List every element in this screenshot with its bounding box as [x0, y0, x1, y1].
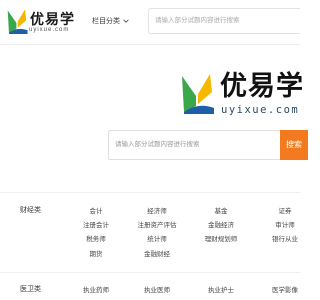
category-link[interactable]: 执业药师 [83, 284, 109, 294]
logo-subtitle: uyixue.com [29, 27, 70, 33]
logo-mark-icon [7, 9, 28, 34]
logo-mark-icon [182, 74, 214, 114]
logo-title: 优易学 [30, 11, 75, 27]
hero-subtitle: uyixue.com [221, 104, 300, 116]
category-label-medical: 医卫类 [20, 286, 41, 293]
main-search-bar: 请输入部分试题内容进行搜索 搜索 [108, 130, 308, 160]
category-link[interactable]: 注册会计 [83, 219, 109, 229]
category-menu-label: 栏目分类 [92, 18, 120, 25]
category-link[interactable]: 会计 [90, 205, 103, 215]
hero-logo: 优易学 uyixue.com [180, 68, 303, 118]
category-link[interactable]: 基金 [215, 205, 228, 215]
header-search-input[interactable]: 请输入部分试题内容进行搜索 [148, 8, 300, 34]
category-panel: 财经类 会计 经济师 基金 证券 注册会计 注册资产评估 金融经济 审计师 税务… [0, 192, 300, 300]
category-link[interactable]: 期货 [90, 248, 103, 258]
category-link[interactable]: 医学影像 [272, 284, 298, 294]
category-link[interactable]: 理财规划师 [205, 233, 238, 243]
category-menu-button[interactable]: 栏目分类 [92, 12, 129, 30]
category-link[interactable]: 审计师 [275, 219, 295, 229]
category-link[interactable]: 金融经济 [208, 219, 234, 229]
divider [0, 272, 300, 273]
category-link[interactable]: 银行从业 [272, 233, 298, 243]
category-link[interactable]: 统计师 [147, 233, 167, 243]
category-link[interactable]: 执业医师 [144, 284, 170, 294]
category-link[interactable]: 注册资产评估 [138, 219, 177, 229]
hero-title: 优易学 [220, 71, 304, 101]
category-link[interactable]: 证券 [279, 205, 292, 215]
main-search-input[interactable]: 请输入部分试题内容进行搜索 [108, 130, 280, 160]
site-logo[interactable]: 优易学 uyixue.com [6, 6, 76, 38]
top-header: 优易学 uyixue.com 栏目分类 请输入部分试题内容进行搜索 [0, 0, 300, 45]
category-link[interactable]: 经济师 [147, 205, 167, 215]
category-link[interactable]: 执业护士 [208, 284, 234, 294]
category-label-finance: 财经类 [20, 207, 41, 214]
chevron-down-icon [123, 19, 129, 23]
divider [0, 192, 300, 193]
category-link[interactable]: 税务师 [86, 233, 106, 243]
category-link[interactable]: 金融财经 [144, 248, 170, 258]
search-button[interactable]: 搜索 [280, 130, 308, 160]
